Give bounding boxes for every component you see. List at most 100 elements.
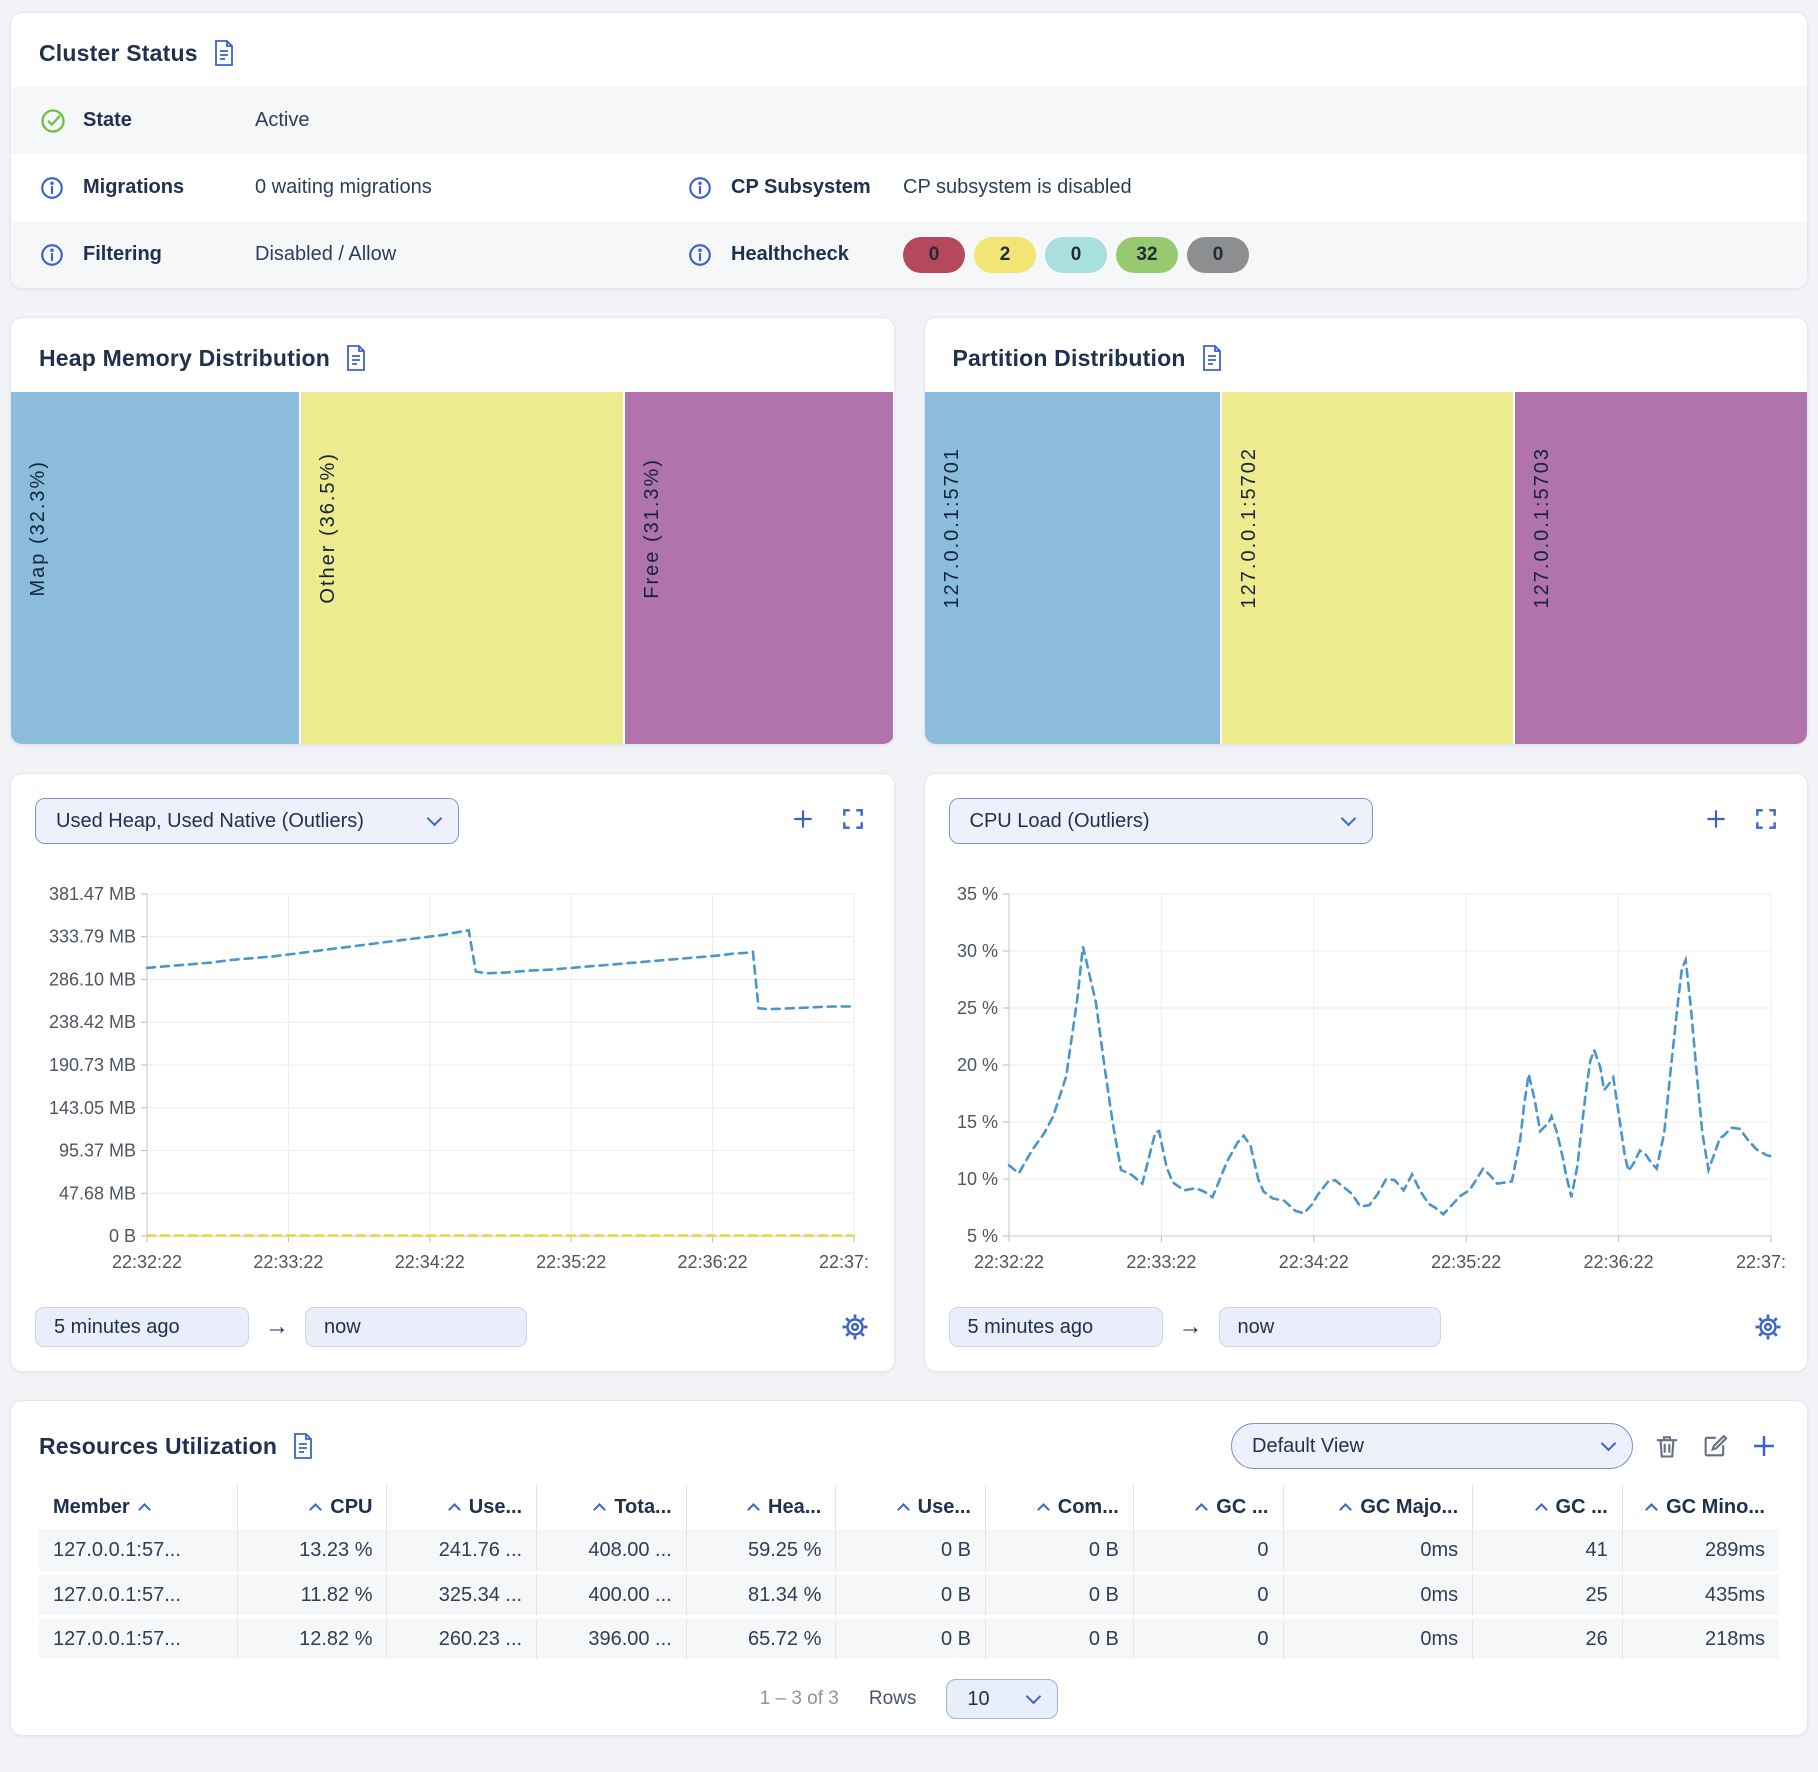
time-from-input[interactable]: 5 minutes ago [949,1307,1163,1347]
column-label: Member [53,1496,130,1519]
table-row[interactable]: 127.0.0.1:57...11.82 %325.34 ...400.00 .… [39,1573,1779,1617]
column-header-cpu[interactable]: CPU [237,1485,387,1529]
metric-selector[interactable]: CPU Load (Outliers) [949,798,1373,844]
column-label: Hea... [768,1496,821,1519]
state-check-icon [39,107,69,135]
cp-subsystem-label: CP Subsystem [731,176,903,199]
segment-label: 127.0.0.1:5703 [1531,447,1554,608]
time-to-input[interactable]: now [1219,1307,1441,1347]
fullscreen-button[interactable] [1753,806,1779,832]
value-cell: 289ms [1622,1529,1779,1573]
time-from-input[interactable]: 5 minutes ago [35,1307,249,1347]
heap-usage-chart: 0 B47.68 MB95.37 MB143.05 MB190.73 MB238… [35,884,870,1289]
treemap-segment[interactable]: Other (36.5%) [299,392,623,744]
info-icon[interactable] [687,175,717,201]
rows-per-page-selector[interactable]: 10 [946,1679,1058,1719]
arrow-right-icon: → [1179,1313,1203,1341]
value-cell: 41 [1473,1529,1623,1573]
svg-text:22:37:22: 22:37:22 [819,1252,870,1272]
svg-text:22:33:22: 22:33:22 [253,1252,323,1272]
column-header-com[interactable]: Com... [985,1485,1133,1529]
column-header-gcmino[interactable]: GC Mino... [1622,1485,1779,1529]
column-header-gcmajo[interactable]: GC Majo... [1283,1485,1473,1529]
svg-text:95.37 MB: 95.37 MB [59,1140,136,1160]
member-cell: 127.0.0.1:57... [39,1617,237,1661]
info-icon[interactable] [687,242,717,268]
svg-text:22:36:22: 22:36:22 [678,1252,748,1272]
sort-caret-icon [747,1503,760,1516]
heap-memory-card: Heap Memory Distribution Map (32.3%)Othe… [10,317,895,745]
time-to-input[interactable]: now [305,1307,527,1347]
table-row[interactable]: 127.0.0.1:57...13.23 %241.76 ...408.00 .… [39,1529,1779,1573]
report-document-icon[interactable] [1200,344,1224,372]
value-cell: 0ms [1283,1617,1473,1661]
value-cell: 0 B [985,1529,1133,1573]
column-header-use[interactable]: Use... [836,1485,986,1529]
column-label: Use... [469,1496,522,1519]
svg-text:190.73 MB: 190.73 MB [49,1055,136,1075]
view-selector[interactable]: Default View [1231,1423,1633,1469]
healthcheck-badge: 0 [903,237,965,273]
column-header-tota[interactable]: Tota... [537,1485,687,1529]
member-cell: 127.0.0.1:57... [39,1573,237,1617]
sort-caret-icon [1339,1503,1352,1516]
value-cell: 13.23 % [237,1529,387,1573]
column-header-use[interactable]: Use... [387,1485,537,1529]
healthcheck-badge: 2 [974,237,1036,273]
sort-caret-icon [448,1503,461,1516]
add-chart-button[interactable] [1703,806,1729,832]
value-cell: 0 [1133,1617,1283,1661]
sort-caret-icon [1195,1503,1208,1516]
delete-view-button[interactable] [1653,1432,1681,1460]
treemap-segment[interactable]: 127.0.0.1:5701 [925,392,1221,744]
svg-text:238.42 MB: 238.42 MB [49,1012,136,1032]
fullscreen-button[interactable] [840,806,866,832]
sort-caret-icon [897,1503,910,1516]
chart-svg: 5 %10 %15 %20 %25 %30 %35 %22:32:2222:33… [949,884,1787,1284]
treemap-segment[interactable]: 127.0.0.1:5702 [1220,392,1513,744]
edit-view-button[interactable] [1701,1432,1729,1460]
report-document-icon[interactable] [212,39,236,67]
column-header-gc[interactable]: GC ... [1133,1485,1283,1529]
info-icon[interactable] [39,175,69,201]
report-document-icon[interactable] [291,1432,315,1460]
treemap-segment[interactable]: Free (31.3%) [623,392,894,744]
value-cell: 25 [1473,1573,1623,1617]
sort-caret-icon [1037,1503,1050,1516]
settings-gear-icon[interactable] [1753,1312,1783,1342]
value-cell: 400.00 ... [537,1573,687,1617]
migrations-value: 0 waiting migrations [255,176,432,199]
treemap-segment[interactable]: Map (32.3%) [11,392,299,744]
arrow-right-icon: → [265,1313,289,1341]
info-icon[interactable] [39,242,69,268]
column-header-member[interactable]: Member [39,1485,237,1529]
value-cell: 0 [1133,1529,1283,1573]
value-cell: 59.25 % [686,1529,836,1573]
add-view-button[interactable] [1749,1431,1779,1461]
filtering-label: Filtering [83,243,255,266]
sort-caret-icon [1645,1503,1658,1516]
report-document-icon[interactable] [344,344,368,372]
column-header-gc[interactable]: GC ... [1473,1485,1623,1529]
healthcheck-badge: 0 [1187,237,1249,273]
segment-label: 127.0.0.1:5701 [941,447,964,608]
table-row[interactable]: 127.0.0.1:57...12.82 %260.23 ...396.00 .… [39,1617,1779,1661]
value-cell: 0 [1133,1573,1283,1617]
svg-text:47.68 MB: 47.68 MB [59,1183,136,1203]
value-cell: 11.82 % [237,1573,387,1617]
metric-selector[interactable]: Used Heap, Used Native (Outliers) [35,798,459,844]
healthcheck-label: Healthcheck [731,243,903,266]
settings-gear-icon[interactable] [840,1312,870,1342]
member-cell: 127.0.0.1:57... [39,1529,237,1573]
svg-text:22:32:22: 22:32:22 [973,1252,1043,1272]
treemap-segment[interactable]: 127.0.0.1:5703 [1513,392,1807,744]
svg-text:22:34:22: 22:34:22 [395,1252,465,1272]
column-label: Tota... [614,1496,671,1519]
status-row-state: State Active [11,87,1807,154]
add-chart-button[interactable] [790,806,816,832]
column-header-hea[interactable]: Hea... [686,1485,836,1529]
svg-text:22:34:22: 22:34:22 [1278,1252,1348,1272]
column-label: GC ... [1556,1496,1608,1519]
heap-usage-chart-card: Used Heap, Used Native (Outliers) 0 B47.… [10,773,895,1372]
value-cell: 241.76 ... [387,1529,537,1573]
